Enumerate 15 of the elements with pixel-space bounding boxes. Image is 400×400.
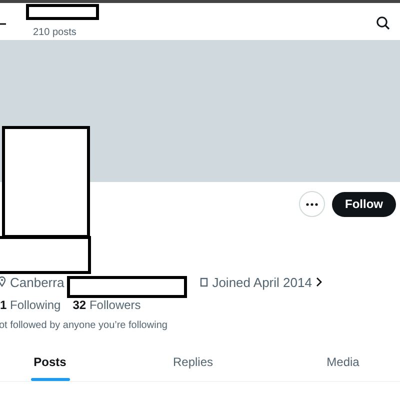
search-icon[interactable] xyxy=(376,16,390,30)
joined-date: Joined April 2014 xyxy=(212,274,312,290)
following-link[interactable]: 1 Following xyxy=(0,298,61,312)
more-icon xyxy=(306,202,318,206)
profile-tab[interactable]: Media xyxy=(286,355,400,381)
followers-link[interactable]: 32 Followers xyxy=(72,298,141,312)
profile-tab[interactable]: Posts xyxy=(0,355,100,381)
more-button[interactable] xyxy=(299,191,325,217)
profile-tab[interactable]: Replies xyxy=(100,355,286,381)
location: Canberra xyxy=(10,274,64,290)
post-count: 210 posts xyxy=(33,27,76,38)
chevron-icon[interactable] xyxy=(316,277,322,287)
location-pin-icon xyxy=(0,276,6,288)
calendar-icon xyxy=(200,277,208,287)
follow-button[interactable]: Follow xyxy=(332,192,396,216)
